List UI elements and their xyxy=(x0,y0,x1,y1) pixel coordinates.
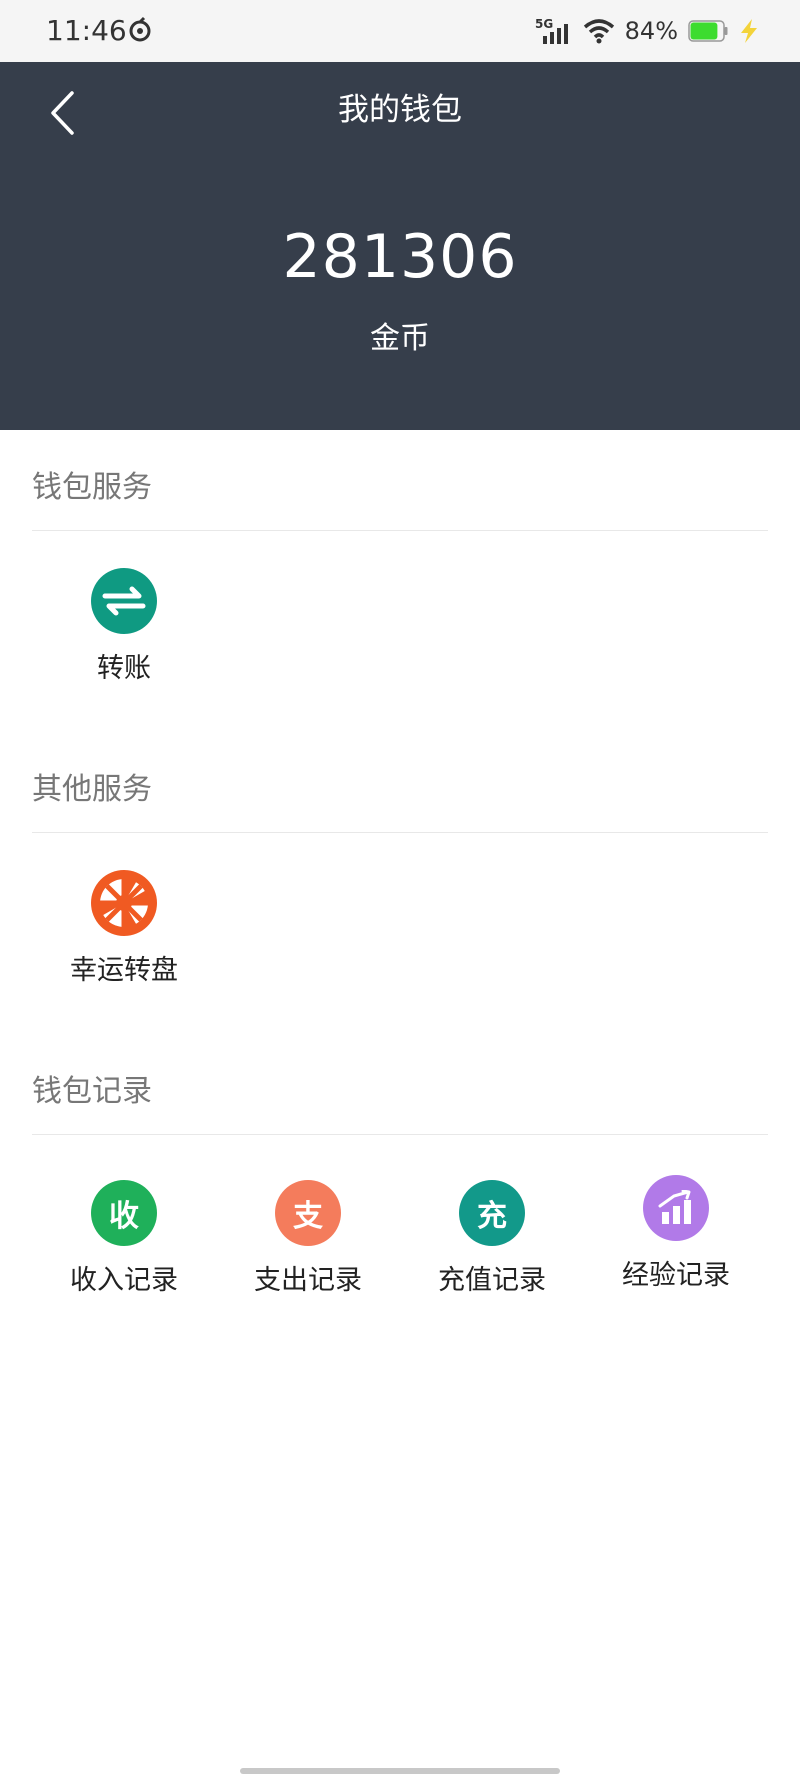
svg-text:5G: 5G xyxy=(535,17,553,31)
expense-icon: 支 xyxy=(275,1180,341,1246)
lucky-wheel-button[interactable]: 幸运转盘 xyxy=(32,870,216,1000)
lucky-wheel-label: 幸运转盘 xyxy=(70,955,178,986)
home-indicator[interactable] xyxy=(240,1768,560,1774)
wifi-icon xyxy=(583,19,614,44)
income-records-label: 收入记录 xyxy=(70,1265,178,1296)
status-time: 11:46 xyxy=(46,14,127,47)
section-title-other-service: 其他服务 xyxy=(32,772,152,807)
income-icon: 收 xyxy=(91,1180,157,1246)
expense-records-label: 支出记录 xyxy=(254,1265,362,1296)
experience-records-button[interactable]: 经验记录 xyxy=(584,1175,768,1305)
transfer-label: 转账 xyxy=(97,653,151,684)
section-title-wallet-records: 钱包记录 xyxy=(32,1074,152,1109)
experience-chart-icon xyxy=(643,1175,709,1241)
recharge-records-button[interactable]: 充 充值记录 xyxy=(400,1180,584,1310)
coin-balance: 281306 xyxy=(282,222,518,292)
wallet-header: 我的钱包 281306 金币 xyxy=(0,62,800,430)
app-notification-icon xyxy=(129,16,151,42)
battery-percent: 84% xyxy=(624,17,678,45)
balance-unit-label: 金币 xyxy=(370,321,430,356)
battery-icon xyxy=(688,20,728,42)
income-records-button[interactable]: 收 收入记录 xyxy=(32,1180,216,1310)
recharge-icon: 充 xyxy=(459,1180,525,1246)
recharge-records-label: 充值记录 xyxy=(438,1265,546,1296)
divider xyxy=(32,832,768,833)
transfer-icon xyxy=(91,568,157,634)
cellular-signal-icon: 5G xyxy=(535,17,568,44)
status-bar: 11:46 5G 84% xyxy=(0,0,800,62)
section-title-wallet-service: 钱包服务 xyxy=(32,470,152,505)
lucky-wheel-icon xyxy=(91,870,157,936)
charging-icon xyxy=(741,19,757,43)
divider xyxy=(32,1134,768,1135)
transfer-button[interactable]: 转账 xyxy=(32,568,216,698)
page-title: 我的钱包 xyxy=(338,92,462,128)
experience-records-label: 经验记录 xyxy=(622,1260,730,1291)
divider xyxy=(32,530,768,531)
status-indicators: 5G 84% xyxy=(535,14,760,48)
expense-records-button[interactable]: 支 支出记录 xyxy=(216,1180,400,1310)
